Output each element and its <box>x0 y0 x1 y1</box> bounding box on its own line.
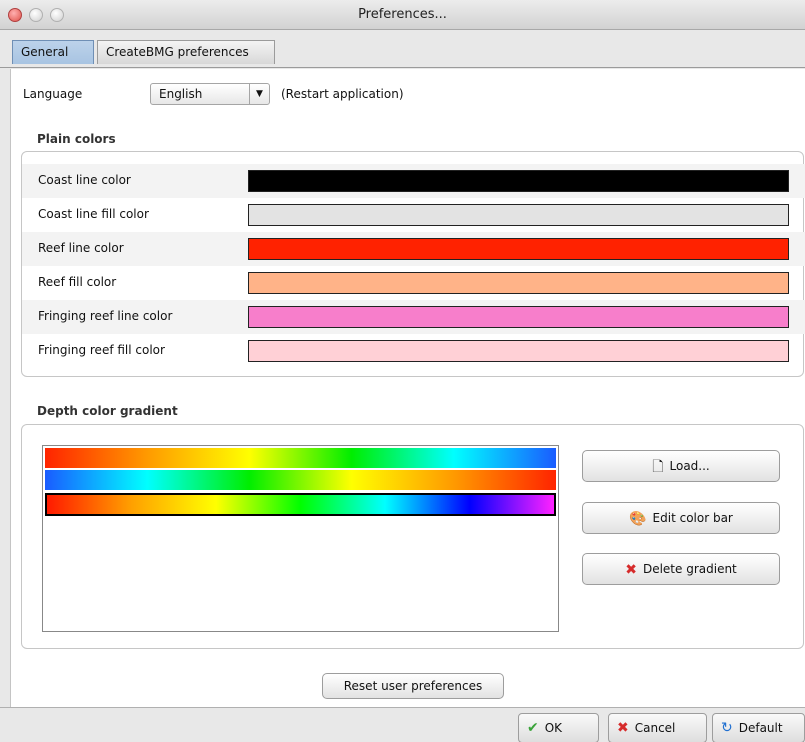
color-row-fringing-fill: Fringing reef fill color <box>22 334 805 368</box>
gradient-list[interactable] <box>42 445 559 632</box>
reset-user-preferences-button[interactable]: Reset user preferences <box>322 673 504 699</box>
restart-hint: (Restart application) <box>281 87 404 101</box>
delete-x-icon: ✖ <box>625 561 637 578</box>
coast-line-color-swatch[interactable] <box>248 170 789 192</box>
load-button[interactable]: 🗋 Load... <box>582 450 780 482</box>
dialog-footer: ✔ OK ✖ Cancel ↻ Default <box>0 707 805 742</box>
checkmark-icon: ✔ <box>527 720 539 736</box>
language-label: Language <box>23 87 83 101</box>
edit-color-bar-label: Edit color bar <box>652 511 733 525</box>
fringing-reef-fill-color-swatch[interactable] <box>248 340 789 362</box>
gradient-bar[interactable] <box>45 470 556 490</box>
tab-createbmg-preferences[interactable]: CreateBMG preferences <box>97 40 275 64</box>
gradient-bar-selected[interactable] <box>45 493 556 516</box>
cancel-button[interactable]: ✖ Cancel <box>608 713 707 742</box>
refresh-icon: ↻ <box>721 720 733 736</box>
general-panel: Language English ▼ (Restart application)… <box>10 69 805 707</box>
palette-icon: 🎨 <box>629 510 647 527</box>
color-row-reef-line: Reef line color <box>22 232 805 266</box>
language-row: Language English ▼ (Restart application) <box>23 83 523 107</box>
language-select[interactable]: English ▼ <box>150 83 270 105</box>
edit-color-bar-button[interactable]: 🎨 Edit color bar <box>582 502 780 534</box>
reef-fill-color-label: Reef fill color <box>38 275 117 289</box>
reef-line-color-swatch[interactable] <box>248 238 789 260</box>
tab-general[interactable]: General <box>12 40 94 64</box>
delete-gradient-button[interactable]: ✖ Delete gradient <box>582 553 780 585</box>
plain-colors-title: Plain colors <box>37 132 116 146</box>
window-title: Preferences... <box>358 7 447 22</box>
default-label: Default <box>738 721 783 735</box>
fringing-reef-fill-color-label: Fringing reef fill color <box>38 343 165 357</box>
reef-line-color-label: Reef line color <box>38 241 124 255</box>
plain-colors-group: Coast line color Coast line fill color R… <box>21 151 805 377</box>
reef-fill-color-swatch[interactable] <box>248 272 789 294</box>
default-button[interactable]: ↻ Default <box>712 713 805 742</box>
load-button-label: Load... <box>669 459 710 473</box>
ok-label: OK <box>544 721 563 735</box>
ok-button[interactable]: ✔ OK <box>518 713 599 742</box>
tab-strip: General CreateBMG preferences <box>0 30 805 68</box>
file-icon: 🗋 <box>652 458 664 475</box>
title-bar: Preferences... <box>0 0 805 30</box>
language-select-value: English <box>159 87 203 101</box>
cancel-label: Cancel <box>634 721 676 735</box>
color-row-reef-fill: Reef fill color <box>22 266 805 300</box>
color-row-coast-fill: Coast line fill color <box>22 198 805 232</box>
chevron-down-icon[interactable]: ▼ <box>249 84 269 104</box>
fringing-reef-line-color-label: Fringing reef line color <box>38 309 173 323</box>
fringing-reef-line-color-swatch[interactable] <box>248 306 789 328</box>
color-row-coast-line: Coast line color <box>22 164 805 198</box>
coast-line-fill-color-label: Coast line fill color <box>38 207 149 221</box>
color-row-fringing-line: Fringing reef line color <box>22 300 805 334</box>
coast-line-fill-color-swatch[interactable] <box>248 204 789 226</box>
depth-gradient-group: 🗋 Load... 🎨 Edit color bar ✖ Delete gradien… <box>21 424 804 649</box>
cancel-x-icon: ✖ <box>617 720 629 736</box>
delete-gradient-label: Delete gradient <box>642 562 737 576</box>
depth-gradient-title: Depth color gradient <box>37 404 178 418</box>
coast-line-color-label: Coast line color <box>38 173 131 187</box>
gradient-bar[interactable] <box>45 448 556 468</box>
